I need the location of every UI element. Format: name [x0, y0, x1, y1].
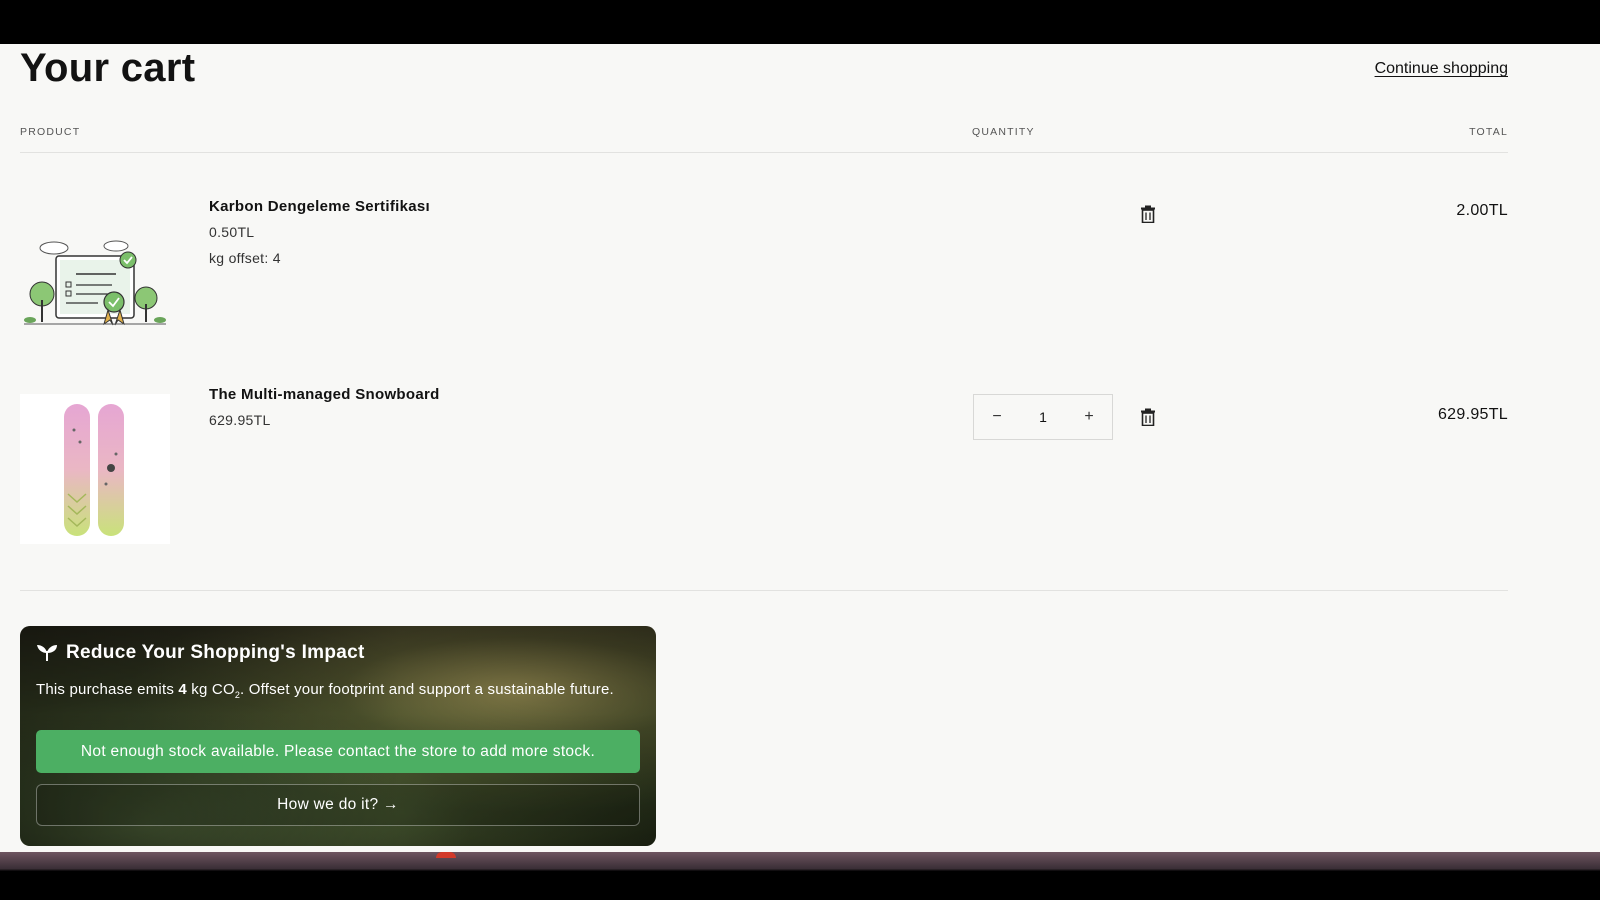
- impact-text: This purchase emits 4 kg CO2. Offset you…: [36, 680, 636, 705]
- impact-header: Reduce Your Shopping's Impact: [36, 642, 365, 664]
- decrease-quantity-button[interactable]: −: [988, 408, 1006, 426]
- item-price: 629.95TL: [209, 412, 271, 428]
- cart-item: Karbon Dengeleme Sertifikası 0.50TL kg o…: [20, 198, 1508, 360]
- continue-shopping-link[interactable]: Continue shopping: [1375, 60, 1508, 78]
- item-total: 629.95TL: [1437, 406, 1508, 423]
- dock-bar: [0, 852, 1600, 900]
- trash-icon[interactable]: [1140, 408, 1156, 426]
- impact-card: Reduce Your Shopping's Impact This purch…: [20, 626, 656, 846]
- quantity-input[interactable]: [1023, 409, 1063, 425]
- column-header-total: TOTAL: [1469, 126, 1508, 138]
- item-detail: kg offset: 4: [209, 250, 281, 266]
- browser-top-bar: [0, 0, 1600, 44]
- item-total: 2.00TL: [1456, 202, 1508, 219]
- item-price: 0.50TL: [209, 224, 255, 240]
- snowboard-image-icon[interactable]: [20, 394, 170, 544]
- stock-warning-banner: Not enough stock available. Please conta…: [36, 730, 640, 773]
- items-divider: [20, 590, 1508, 591]
- trash-icon[interactable]: [1140, 205, 1156, 223]
- certificate-illustration-icon[interactable]: [20, 210, 170, 360]
- column-header-quantity: QUANTITY: [972, 126, 1035, 138]
- dock-app-indicator: [436, 852, 456, 858]
- how-we-do-it-button[interactable]: How we do it? →: [36, 784, 640, 826]
- impact-amount: 4: [178, 681, 187, 698]
- impact-text-before: This purchase emits: [36, 681, 179, 698]
- cart-page: Your cart Continue shopping PRODUCT QUAN…: [0, 44, 1600, 852]
- page-title: Your cart: [20, 46, 196, 90]
- impact-text-after: . Offset your footprint and support a su…: [240, 681, 614, 698]
- quantity-stepper: − +: [973, 394, 1113, 440]
- impact-unit: kg CO: [186, 681, 235, 698]
- cart-item: The Multi-managed Snowboard 629.95TL − +…: [20, 386, 1508, 544]
- increase-quantity-button[interactable]: +: [1080, 408, 1098, 426]
- item-name[interactable]: The Multi-managed Snowboard: [209, 386, 440, 403]
- sprout-icon: [37, 645, 57, 662]
- impact-title: Reduce Your Shopping's Impact: [66, 642, 365, 663]
- column-header-product: PRODUCT: [20, 126, 81, 138]
- item-name[interactable]: Karbon Dengeleme Sertifikası: [209, 198, 430, 215]
- header-divider: [20, 152, 1508, 153]
